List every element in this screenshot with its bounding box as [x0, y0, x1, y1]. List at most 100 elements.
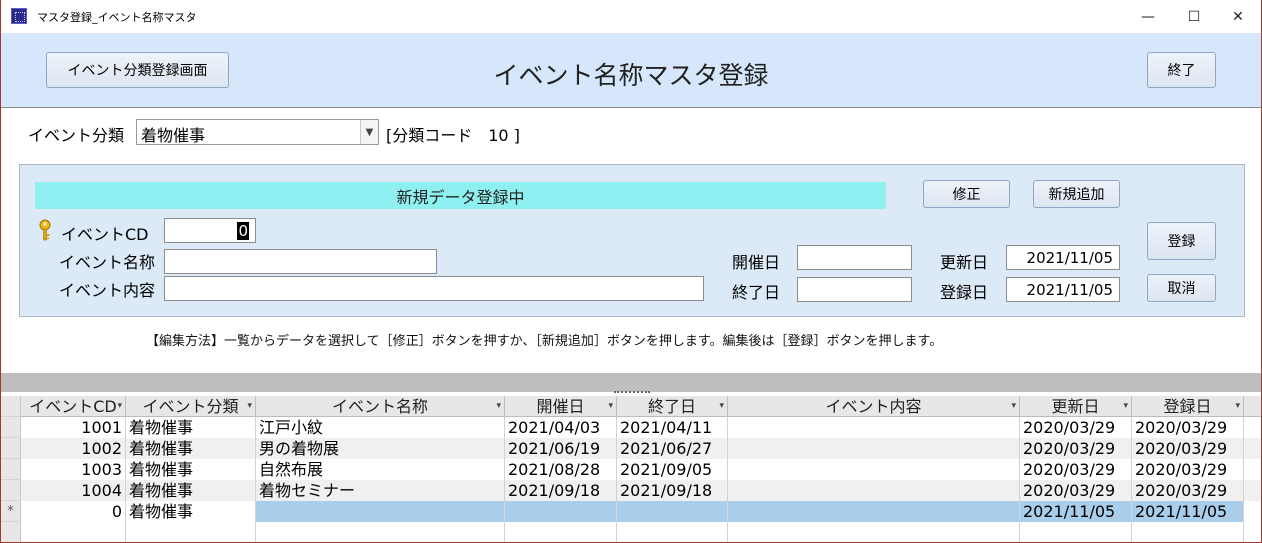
cell-updated[interactable]: 2020/03/29: [1020, 480, 1132, 501]
cell-event-name[interactable]: 自然布展: [256, 459, 505, 480]
cell-event-cd[interactable]: 1004: [21, 480, 126, 501]
table-header: イベントCD ▾ イベント分類 ▾ イベント名称 ▾ 開催日 ▾ 終了日 ▾ イベント内容…: [1, 396, 1261, 417]
new-record-button[interactable]: 新規追加: [1033, 180, 1120, 208]
chevron-down-icon[interactable]: ▼: [360, 120, 378, 144]
column-header[interactable]: イベント内容 ▾: [728, 396, 1020, 417]
cell-event-name[interactable]: [256, 501, 505, 522]
cell-updated[interactable]: 2020/03/29: [1020, 438, 1132, 459]
cell-registered[interactable]: 2020/03/29: [1132, 417, 1244, 438]
category-select-value: 着物催事: [141, 126, 206, 145]
minimize-button[interactable]: —: [1125, 0, 1171, 33]
cell-registered[interactable]: 2020/03/29: [1132, 438, 1244, 459]
updated-date-field[interactable]: 2021/11/05: [1006, 245, 1120, 270]
event-datasheet: イベントCD ▾ イベント分類 ▾ イベント名称 ▾ 開催日 ▾ 終了日 ▾ イベント内容…: [1, 396, 1261, 542]
event-content-label: イベント内容: [59, 281, 156, 300]
column-header[interactable]: イベント分類 ▾: [126, 396, 256, 417]
column-header[interactable]: 登録日 ▾: [1132, 396, 1244, 417]
close-button[interactable]: ✕: [1215, 0, 1261, 33]
cell-event-content[interactable]: [728, 480, 1020, 501]
cell-category[interactable]: 着物催事: [126, 417, 256, 438]
end-date-field[interactable]: [797, 277, 912, 302]
select-all-cell[interactable]: [1, 396, 21, 417]
event-name-field[interactable]: [164, 249, 437, 274]
start-date-field[interactable]: [797, 245, 912, 270]
cell-event-content[interactable]: [728, 501, 1020, 522]
event-cd-field[interactable]: 0: [164, 218, 256, 243]
empty-cell: [505, 522, 617, 542]
cell-registered[interactable]: 2020/03/29: [1132, 480, 1244, 501]
cell-event-name[interactable]: 江戸小紋: [256, 417, 505, 438]
cell-start-date[interactable]: [505, 501, 617, 522]
row-selector[interactable]: [1, 459, 21, 480]
column-header[interactable]: 開催日 ▾: [505, 396, 617, 417]
cell-registered[interactable]: 2020/03/29: [1132, 459, 1244, 480]
empty-cell: [617, 522, 728, 542]
cell-end-date[interactable]: [617, 501, 728, 522]
cell-start-date[interactable]: 2021/04/03: [505, 417, 617, 438]
cell-updated[interactable]: 2021/11/05: [1020, 501, 1132, 522]
cell-event-cd[interactable]: 1002: [21, 438, 126, 459]
empty-cell: [256, 522, 505, 542]
empty-cell: [1020, 522, 1132, 542]
start-date-label: 開催日: [732, 253, 781, 272]
exit-button[interactable]: 終了: [1147, 52, 1216, 88]
row-selector[interactable]: [1, 480, 21, 501]
modify-button[interactable]: 修正: [923, 180, 1010, 208]
cell-end-date[interactable]: 2021/04/11: [617, 417, 728, 438]
sort-arrow-icon: ▾: [247, 401, 252, 411]
category-select[interactable]: 着物催事 ▼: [136, 119, 379, 145]
cell-end-date[interactable]: 2021/06/27: [617, 438, 728, 459]
updated-date-label: 更新日: [940, 253, 989, 272]
edit-instructions: 【編集方法】一覧からデータを選択して［修正］ボタンを押すか、［新規追加］ボタンを…: [146, 334, 943, 349]
empty-cell: [728, 522, 1020, 542]
cell-start-date[interactable]: 2021/08/28: [505, 459, 617, 480]
table-row[interactable]: 1001 着物催事 江戸小紋 2021/04/03 2021/04/11 202…: [1, 417, 1261, 438]
table-row[interactable]: 1004 着物催事 着物セミナー 2021/09/18 2021/09/18 2…: [1, 480, 1261, 501]
cell-start-date[interactable]: 2021/06/19: [505, 438, 617, 459]
window-title: マスタ登録_イベント名称マスタ: [37, 11, 197, 24]
cell-registered[interactable]: 2021/11/05: [1132, 501, 1244, 522]
maximize-button[interactable]: ☐: [1171, 0, 1217, 33]
table-row[interactable]: 1003 着物催事 自然布展 2021/08/28 2021/09/05 202…: [1, 459, 1261, 480]
table-row[interactable]: 1002 着物催事 男の着物展 2021/06/19 2021/06/27 20…: [1, 438, 1261, 459]
sort-arrow-icon: ▾: [1011, 401, 1016, 411]
cell-start-date[interactable]: 2021/09/18: [505, 480, 617, 501]
column-header[interactable]: イベントCD ▾: [21, 396, 126, 417]
app-icon: [11, 8, 27, 24]
page-title: イベント名称マスタ登録: [493, 61, 769, 90]
cell-event-content[interactable]: [728, 438, 1020, 459]
cell-event-cd[interactable]: 1003: [21, 459, 126, 480]
cell-category[interactable]: 着物催事: [126, 438, 256, 459]
empty-cell: [21, 522, 126, 542]
registered-date-field[interactable]: 2021/11/05: [1006, 277, 1120, 302]
cell-end-date[interactable]: 2021/09/18: [617, 480, 728, 501]
cell-event-cd[interactable]: 1001: [21, 417, 126, 438]
cell-updated[interactable]: 2020/03/29: [1020, 459, 1132, 480]
cell-event-name[interactable]: 着物セミナー: [256, 480, 505, 501]
splitter-bar[interactable]: [1, 373, 1261, 392]
cell-event-cd[interactable]: 0: [21, 501, 126, 522]
cell-category[interactable]: 着物催事: [126, 501, 256, 522]
cell-event-name[interactable]: 男の着物展: [256, 438, 505, 459]
row-selector[interactable]: [1, 438, 21, 459]
row-selector[interactable]: [1, 417, 21, 438]
cell-event-content[interactable]: [728, 459, 1020, 480]
cell-event-content[interactable]: [728, 417, 1020, 438]
event-cd-label: イベントCD: [61, 225, 149, 244]
splitter-grip-icon[interactable]: [614, 391, 650, 394]
column-header[interactable]: イベント名称 ▾: [256, 396, 505, 417]
cell-category[interactable]: 着物催事: [126, 480, 256, 501]
registered-date-label: 登録日: [940, 283, 989, 302]
column-header[interactable]: 終了日 ▾: [617, 396, 728, 417]
cell-end-date[interactable]: 2021/09/05: [617, 459, 728, 480]
cell-category[interactable]: 着物催事: [126, 459, 256, 480]
app-window: マスタ登録_イベント名称マスタ — ☐ ✕ イベント分類登録画面 イベント名称マ…: [0, 0, 1262, 543]
column-header[interactable]: 更新日 ▾: [1020, 396, 1132, 417]
table-row-new[interactable]: * 0 着物催事 2021/11/05 2021/11/05: [1, 501, 1261, 522]
new-row-marker[interactable]: *: [1, 501, 21, 522]
event-content-field[interactable]: [164, 276, 704, 301]
register-button[interactable]: 登録: [1147, 222, 1216, 260]
key-icon: [39, 219, 51, 241]
cell-updated[interactable]: 2020/03/29: [1020, 417, 1132, 438]
cancel-button[interactable]: 取消: [1147, 274, 1216, 302]
